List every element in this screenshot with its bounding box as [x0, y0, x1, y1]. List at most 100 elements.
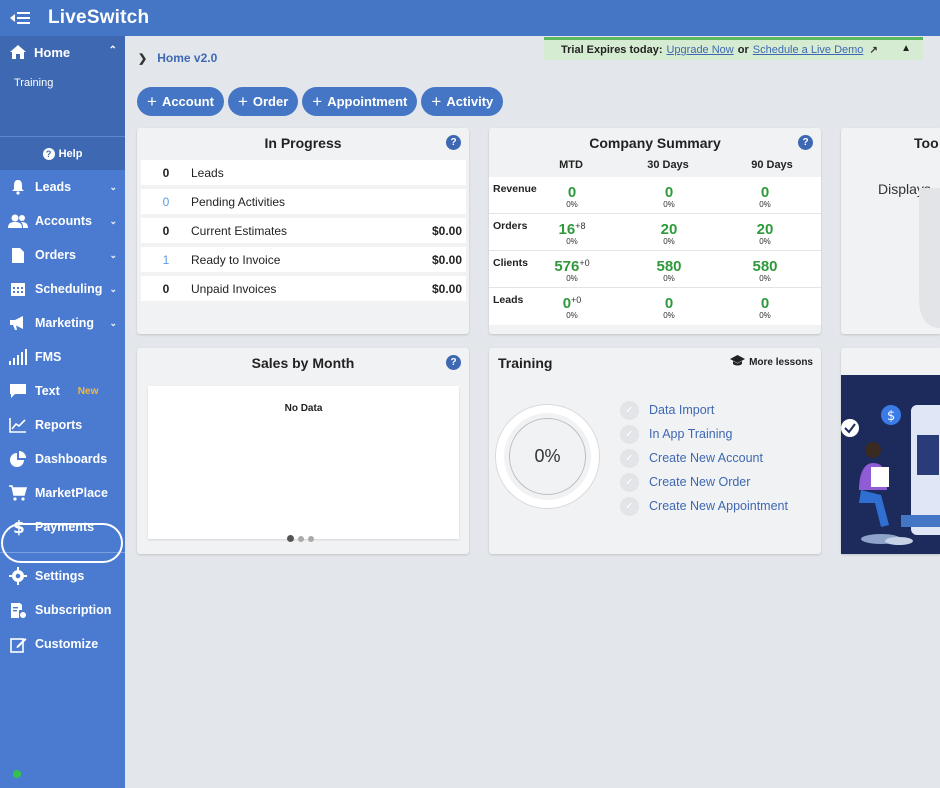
help-label: Help — [58, 147, 83, 160]
collapse-up-icon[interactable]: ▲ — [901, 43, 911, 54]
list-item[interactable]: 0 Current Estimates $0.00 — [141, 218, 466, 243]
lesson-create-order[interactable]: ✓ Create New Order — [620, 470, 788, 494]
check-circle-icon: ✓ — [620, 448, 639, 468]
list-item[interactable]: 1 Ready to Invoice $0.00 — [141, 247, 466, 272]
metric-value[interactable]: 0 0% — [639, 185, 699, 210]
chevron-down-icon: ⌄ — [109, 318, 117, 328]
decorative-shape-icon — [919, 188, 940, 328]
help-icon: ? — [42, 147, 55, 160]
sidebar-item-reports[interactable]: Reports — [0, 408, 125, 442]
payment-illustration-icon[interactable]: $ — [841, 375, 940, 554]
sidebar-item-label: Home — [34, 44, 71, 60]
help-button[interactable]: ? Help — [0, 136, 125, 170]
metric-value[interactable]: 580 0% — [639, 259, 699, 284]
list-item[interactable]: 0 Unpaid Invoices $0.00 — [141, 276, 466, 301]
metric-value[interactable]: 0+0 0% — [542, 295, 602, 321]
breadcrumb: ❯ Home v2.0 — [138, 51, 217, 65]
metric-value[interactable]: 16+8 0% — [542, 221, 602, 247]
sidebar-item-marketing[interactable]: Marketing ⌄ — [0, 306, 125, 340]
sidebar-item-label: Customize — [35, 637, 99, 651]
list-item[interactable]: 0 Leads — [141, 160, 466, 185]
bell-icon — [8, 178, 28, 196]
help-icon[interactable]: ? — [446, 355, 461, 370]
sidebar-item-settings[interactable]: Settings — [0, 559, 125, 593]
lesson-in-app-training[interactable]: ✓ In App Training — [620, 422, 788, 446]
promo-card: $ — [841, 348, 940, 554]
progress-label: 0% — [509, 418, 586, 495]
lesson-list: ✓ Data Import ✓ In App Training ✓ Create Ne… — [620, 398, 788, 518]
breadcrumb-current[interactable]: Home v2.0 — [157, 51, 217, 65]
chevron-down-icon: ⌄ — [109, 216, 117, 226]
add-order-button[interactable]: + Order — [227, 87, 299, 116]
add-appointment-button[interactable]: + Appointment — [302, 87, 418, 116]
upgrade-now-link[interactable]: Upgrade Now — [666, 44, 733, 56]
table-row: Leads 0+0 0% 0 0% 0 0% — [489, 288, 821, 325]
sales-by-month-card: Sales by Month ? No Data — [137, 348, 469, 554]
new-badge: New — [77, 385, 99, 397]
signal-bars-icon — [8, 348, 28, 366]
column-header: 30 Days — [647, 159, 689, 171]
sidebar-item-label: Orders — [35, 248, 76, 262]
carousel-dot-active[interactable] — [287, 535, 294, 542]
sidebar-item-orders[interactable]: Orders ⌄ — [0, 238, 125, 272]
metric-value[interactable]: 0 0% — [542, 185, 602, 210]
carousel-dot[interactable] — [308, 536, 314, 542]
sidebar-item-label: Scheduling — [35, 282, 103, 296]
carousel-dots[interactable] — [287, 535, 314, 542]
metric-value[interactable]: 20 0% — [735, 222, 795, 247]
sidebar-item-subscription[interactable]: Subscription — [0, 593, 125, 627]
metric-value[interactable]: 580 0% — [735, 259, 795, 284]
plus-icon: + — [147, 91, 157, 111]
sidebar-item-dashboards[interactable]: Dashboards — [0, 442, 125, 476]
lesson-create-appointment[interactable]: ✓ Create New Appointment — [620, 494, 788, 518]
table-row: Orders 16+8 0% 20 0% 20 0% — [489, 214, 821, 251]
external-link-icon: ↗ — [869, 44, 878, 56]
check-circle-icon: ✓ — [620, 424, 639, 444]
metric-value[interactable]: 576+0 0% — [542, 258, 602, 284]
sidebar-item-label: Subscription — [35, 603, 112, 617]
add-account-button[interactable]: + Account — [137, 87, 224, 116]
sidebar-item-label: Payments — [35, 520, 95, 534]
lesson-data-import[interactable]: ✓ Data Import — [620, 398, 788, 422]
sidebar-item-label: Accounts — [35, 214, 92, 228]
sidebar: Home ⌃ Training ? Help Leads ⌄ Accounts … — [0, 36, 125, 788]
metric-value[interactable]: 0 0% — [639, 296, 699, 321]
sidebar-item-accounts[interactable]: Accounts ⌄ — [0, 204, 125, 238]
training-card: Training More lessons 0% ✓ Data Import ✓ I… — [489, 348, 821, 554]
metric-value[interactable]: 0 0% — [735, 185, 795, 210]
help-icon[interactable]: ? — [798, 135, 813, 150]
sidebar-item-customize[interactable]: Customize — [0, 627, 125, 661]
check-circle-icon: ✓ — [620, 472, 639, 492]
table-row: Clients 576+0 0% 580 0% 580 0% — [489, 251, 821, 288]
menu-toggle-icon[interactable] — [4, 0, 36, 36]
add-activity-button[interactable]: + Activity — [421, 87, 504, 116]
sidebar-item-label: Settings — [35, 569, 85, 583]
metric-value[interactable]: 0 0% — [735, 296, 795, 321]
sidebar-item-payments[interactable]: $ Payments — [0, 510, 125, 544]
edit-icon — [8, 635, 28, 653]
sidebar-item-label: FMS — [35, 350, 62, 364]
online-status-dot — [13, 770, 21, 778]
sidebar-item-fms[interactable]: FMS — [0, 340, 125, 374]
sidebar-item-label: Dashboards — [35, 452, 108, 466]
help-icon[interactable]: ? — [446, 135, 461, 150]
chevron-up-icon[interactable]: ⌃ — [109, 45, 117, 56]
sidebar-item-label: MarketPlace — [35, 486, 108, 500]
sidebar-item-leads[interactable]: Leads ⌄ — [0, 170, 125, 204]
sidebar-item-home[interactable]: Home ⌃ — [0, 36, 125, 68]
sidebar-divider — [0, 552, 125, 553]
sidebar-item-text[interactable]: Text New — [0, 374, 125, 408]
sidebar-item-marketplace[interactable]: MarketPlace — [0, 476, 125, 510]
carousel-dot[interactable] — [298, 536, 304, 542]
metric-value[interactable]: 20 0% — [639, 222, 699, 247]
lesson-create-account[interactable]: ✓ Create New Account — [620, 446, 788, 470]
sidebar-item-label: Reports — [35, 418, 83, 432]
chevron-down-icon: ⌄ — [109, 182, 117, 192]
more-lessons-link[interactable]: More lessons — [730, 355, 813, 369]
sidebar-subitem-training[interactable]: Training — [0, 68, 125, 98]
trial-banner: Trial Expires today: Upgrade Now or Sche… — [544, 37, 923, 60]
sidebar-item-scheduling[interactable]: Scheduling ⌄ — [0, 272, 125, 306]
quick-actions: + Account + Order + Appointment + Activity — [137, 87, 504, 116]
schedule-demo-link[interactable]: Schedule a Live Demo — [753, 44, 864, 56]
list-item[interactable]: 0 Pending Activities — [141, 189, 466, 214]
